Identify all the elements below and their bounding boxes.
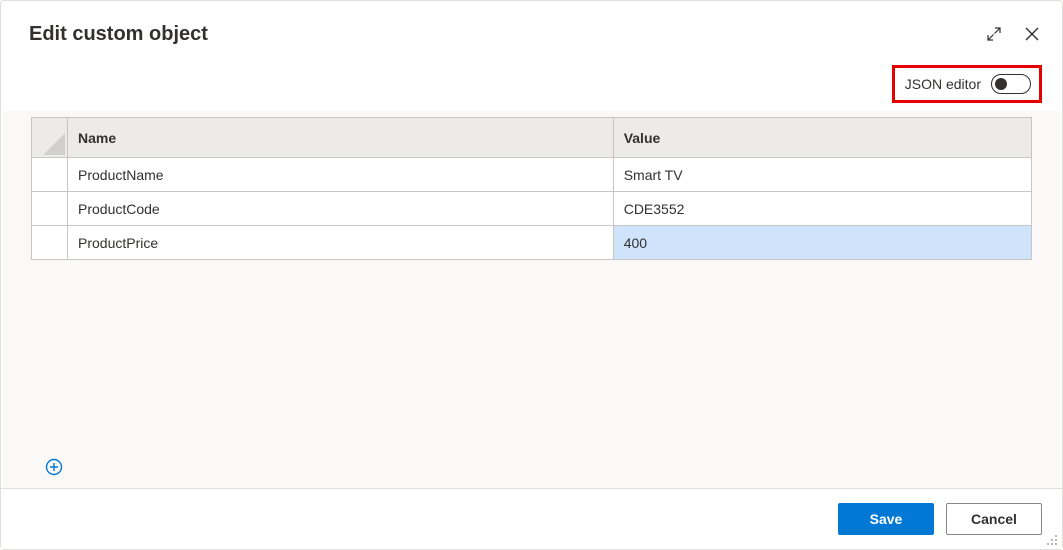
cancel-button[interactable]: Cancel bbox=[946, 503, 1042, 535]
table-row: ProductPrice 400 bbox=[32, 226, 1032, 260]
row-handle[interactable] bbox=[32, 192, 68, 226]
dialog-header: Edit custom object bbox=[1, 1, 1062, 51]
table-corner-cell[interactable] bbox=[32, 118, 68, 158]
column-header-name[interactable]: Name bbox=[68, 118, 614, 158]
dialog-title: Edit custom object bbox=[29, 23, 984, 46]
cell-value[interactable]: 400 bbox=[613, 226, 1031, 260]
header-icons bbox=[984, 24, 1042, 44]
expand-icon[interactable] bbox=[984, 24, 1004, 44]
properties-table: Name Value ProductName Smart TV ProductC… bbox=[31, 117, 1032, 260]
cell-name[interactable]: ProductPrice bbox=[68, 226, 614, 260]
table-row: ProductName Smart TV bbox=[32, 158, 1032, 192]
cell-value[interactable]: Smart TV bbox=[613, 158, 1031, 192]
row-handle[interactable] bbox=[32, 158, 68, 192]
row-handle[interactable] bbox=[32, 226, 68, 260]
toggle-knob bbox=[995, 78, 1007, 90]
cell-value[interactable]: CDE3552 bbox=[613, 192, 1031, 226]
save-button[interactable]: Save bbox=[838, 503, 934, 535]
json-editor-label: JSON editor bbox=[905, 76, 981, 92]
table-row: ProductCode CDE3552 bbox=[32, 192, 1032, 226]
add-row-area bbox=[31, 448, 1032, 488]
json-editor-toggle[interactable] bbox=[991, 74, 1031, 94]
edit-custom-object-dialog: Edit custom object JSON editor bbox=[0, 0, 1063, 550]
select-all-triangle-icon bbox=[43, 133, 65, 155]
resize-grip-icon[interactable] bbox=[1046, 533, 1058, 545]
dialog-content: Name Value ProductName Smart TV ProductC… bbox=[3, 111, 1060, 488]
cell-name[interactable]: ProductCode bbox=[68, 192, 614, 226]
cell-name[interactable]: ProductName bbox=[68, 158, 614, 192]
column-header-value[interactable]: Value bbox=[613, 118, 1031, 158]
dialog-footer: Save Cancel bbox=[1, 488, 1062, 549]
add-row-icon[interactable] bbox=[45, 458, 63, 476]
close-icon[interactable] bbox=[1022, 24, 1042, 44]
json-editor-highlight: JSON editor bbox=[892, 65, 1042, 103]
json-editor-row: JSON editor bbox=[1, 51, 1062, 107]
